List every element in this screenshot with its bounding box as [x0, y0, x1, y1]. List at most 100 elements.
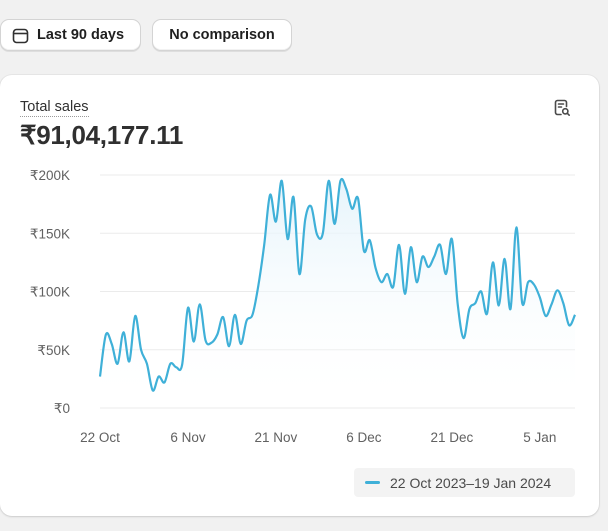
data-point[interactable]: [320, 231, 325, 236]
metric-label[interactable]: Total sales: [20, 99, 89, 117]
data-point[interactable]: [191, 339, 196, 344]
data-point[interactable]: [455, 302, 460, 307]
data-point[interactable]: [485, 311, 490, 316]
data-point[interactable]: [508, 306, 513, 311]
data-point[interactable]: [185, 305, 190, 310]
legend-label: 22 Oct 2023–19 Jan 2024: [390, 474, 552, 491]
x-tick-label: 22 Oct: [80, 430, 120, 445]
data-point[interactable]: [227, 344, 232, 349]
data-point[interactable]: [531, 282, 536, 287]
comparison-label: No comparison: [169, 27, 275, 43]
data-point[interactable]: [520, 301, 525, 306]
data-point[interactable]: [250, 312, 255, 317]
data-point[interactable]: [567, 323, 572, 328]
data-point[interactable]: [168, 361, 173, 366]
data-point[interactable]: [402, 291, 407, 296]
date-range-button[interactable]: Last 90 days: [0, 19, 141, 51]
data-point[interactable]: [350, 206, 355, 211]
data-point[interactable]: [344, 186, 349, 191]
data-point[interactable]: [103, 332, 108, 337]
data-point[interactable]: [174, 365, 179, 370]
data-point[interactable]: [303, 217, 308, 222]
data-point[interactable]: [379, 280, 384, 285]
data-point[interactable]: [356, 196, 361, 201]
data-point[interactable]: [326, 178, 331, 183]
data-point[interactable]: [115, 361, 120, 366]
data-point[interactable]: [268, 192, 273, 197]
data-point[interactable]: [180, 362, 185, 367]
data-point[interactable]: [449, 237, 454, 242]
data-point[interactable]: [197, 302, 202, 307]
data-point[interactable]: [367, 238, 372, 243]
chart-legend[interactable]: 22 Oct 2023–19 Jan 2024: [354, 468, 575, 497]
data-point[interactable]: [262, 242, 267, 247]
data-point[interactable]: [109, 341, 114, 346]
data-point[interactable]: [162, 380, 167, 385]
x-tick-label: 21 Dec: [430, 430, 473, 445]
data-point[interactable]: [514, 225, 519, 230]
data-point[interactable]: [297, 272, 302, 277]
data-explore-icon[interactable]: [552, 98, 572, 118]
toolbar: Last 90 days No comparison: [0, 19, 608, 53]
data-point[interactable]: [408, 245, 413, 250]
data-point[interactable]: [127, 359, 132, 364]
data-point[interactable]: [156, 374, 161, 379]
data-point[interactable]: [338, 178, 343, 183]
legend-swatch: [365, 481, 380, 484]
data-point[interactable]: [256, 283, 261, 288]
sales-chart: ₹0 ₹50K ₹100K ₹150K ₹200K 22 Oct 6 Nov 21 Nov 6 …: [30, 168, 578, 445]
data-point[interactable]: [279, 178, 284, 183]
data-point[interactable]: [443, 272, 448, 277]
data-point[interactable]: [121, 330, 126, 335]
data-point[interactable]: [238, 341, 243, 346]
data-point[interactable]: [543, 313, 548, 318]
data-point[interactable]: [555, 288, 560, 293]
data-point[interactable]: [537, 295, 542, 300]
data-point[interactable]: [490, 260, 495, 265]
data-point[interactable]: [221, 315, 226, 320]
data-point[interactable]: [244, 318, 249, 323]
data-point[interactable]: [496, 303, 501, 308]
total-sales-card: Total sales ₹91,04,177.11 ₹0 ₹50K ₹100K ₹15…: [0, 75, 599, 516]
data-point[interactable]: [232, 312, 237, 317]
data-point[interactable]: [150, 388, 155, 393]
x-tick-label: 21 Nov: [255, 430, 298, 445]
data-point[interactable]: [461, 336, 466, 341]
data-point[interactable]: [391, 284, 396, 289]
y-tick-label: ₹150K: [30, 226, 70, 241]
data-point[interactable]: [98, 374, 103, 379]
data-point[interactable]: [420, 254, 425, 259]
data-point[interactable]: [314, 232, 319, 237]
data-point[interactable]: [526, 280, 531, 285]
comparison-button[interactable]: No comparison: [152, 19, 292, 51]
data-point[interactable]: [215, 332, 220, 337]
data-point[interactable]: [561, 301, 566, 306]
data-point[interactable]: [285, 237, 290, 242]
data-point[interactable]: [273, 219, 278, 224]
y-tick-label: ₹200K: [30, 168, 70, 183]
data-point[interactable]: [432, 254, 437, 259]
data-point[interactable]: [203, 338, 208, 343]
data-point[interactable]: [573, 312, 578, 317]
data-point[interactable]: [479, 289, 484, 294]
data-point[interactable]: [144, 361, 149, 366]
data-point[interactable]: [467, 306, 472, 311]
data-point[interactable]: [397, 242, 402, 247]
data-point[interactable]: [426, 265, 431, 270]
data-point[interactable]: [438, 242, 443, 247]
data-point[interactable]: [414, 280, 419, 285]
data-point[interactable]: [361, 248, 366, 253]
data-point[interactable]: [332, 221, 337, 226]
data-point[interactable]: [549, 302, 554, 307]
data-point[interactable]: [473, 301, 478, 306]
data-point[interactable]: [385, 272, 390, 277]
data-point[interactable]: [139, 347, 144, 352]
data-point[interactable]: [209, 340, 214, 345]
data-point[interactable]: [373, 266, 378, 271]
data-point[interactable]: [291, 195, 296, 200]
x-tick-label: 6 Nov: [170, 430, 206, 445]
x-tick-label: 6 Dec: [346, 430, 382, 445]
data-point[interactable]: [133, 313, 138, 318]
data-point[interactable]: [502, 256, 507, 261]
data-point[interactable]: [309, 204, 314, 209]
